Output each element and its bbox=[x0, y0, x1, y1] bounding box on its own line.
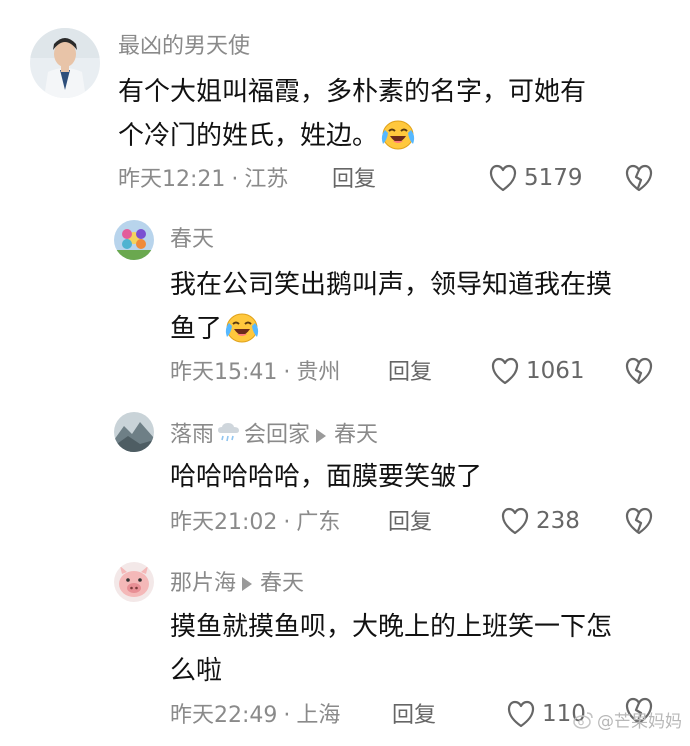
broken-heart-icon bbox=[625, 164, 653, 192]
heart-icon bbox=[489, 164, 517, 192]
comment-meta: 昨天21:02 · 广东 bbox=[170, 509, 340, 537]
username[interactable]: 最凶的男天使 bbox=[118, 34, 250, 60]
broken-heart-icon bbox=[625, 357, 653, 385]
comment-text-fragment: 个冷门的姓氏，姓边。 bbox=[118, 121, 379, 151]
dislike-button[interactable] bbox=[624, 164, 654, 196]
avatar[interactable] bbox=[114, 412, 154, 452]
heart-icon bbox=[507, 700, 535, 728]
username[interactable]: 春天 bbox=[170, 227, 214, 253]
laughing-crying-emoji bbox=[380, 118, 416, 164]
broken-heart-icon bbox=[625, 507, 653, 535]
separator: · bbox=[231, 167, 239, 192]
heart-icon bbox=[491, 357, 519, 385]
reply-button[interactable]: 回复 bbox=[392, 702, 436, 730]
comment-text-line: 摸鱼就摸鱼呗，大晚上的上班笑一下怎 bbox=[170, 612, 613, 642]
comment-text-fragment: 鱼了 bbox=[170, 314, 223, 344]
like-button[interactable]: 5179 bbox=[488, 164, 583, 192]
like-button[interactable]: 1061 bbox=[490, 357, 585, 385]
like-count: 1061 bbox=[526, 358, 585, 384]
username[interactable]: 那片海 春天 bbox=[170, 571, 304, 597]
laughing-crying-emoji bbox=[224, 311, 260, 357]
comment-meta: 昨天22:49 · 上海 bbox=[170, 702, 340, 730]
weibo-logo-icon bbox=[573, 711, 593, 729]
cloud-rain-emoji bbox=[216, 421, 242, 450]
reply-button[interactable]: 回复 bbox=[332, 166, 376, 194]
username-fragment: 落雨 bbox=[170, 422, 215, 448]
comment-text: 有个大姐叫福霞，多朴素的名字，可她有 个冷门的姓氏，姓边。 bbox=[118, 70, 586, 164]
username[interactable]: 落雨 会回家 春天 bbox=[170, 421, 378, 450]
avatar[interactable] bbox=[30, 28, 100, 98]
comment-text-line: 有个大姐叫福霞，多朴素的名字，可她有 bbox=[118, 77, 587, 107]
username-fragment: 那片海 bbox=[170, 571, 237, 596]
watermark: @芒果妈妈 bbox=[573, 707, 682, 732]
reply-to-username[interactable]: 春天 bbox=[260, 571, 304, 596]
comment-text-line: 我在公司笑出鹅叫声，领导知道我在摸 bbox=[170, 270, 613, 300]
comment-meta: 昨天12:21 · 江苏 bbox=[118, 166, 288, 194]
timestamp: 昨天15:41 bbox=[170, 360, 278, 385]
reply-button[interactable]: 回复 bbox=[388, 359, 432, 387]
avatar[interactable] bbox=[114, 220, 154, 260]
comment-text-line: 鱼了 bbox=[170, 307, 612, 357]
comment-text-line: 个冷门的姓氏，姓边。 bbox=[118, 114, 586, 164]
separator: · bbox=[283, 510, 291, 535]
like-button[interactable]: 238 bbox=[500, 507, 580, 535]
reply-button[interactable]: 回复 bbox=[388, 509, 432, 537]
watermark-text: @芒果妈妈 bbox=[597, 712, 682, 732]
username-fragment: 会回家 bbox=[244, 422, 311, 448]
timestamp: 昨天22:49 bbox=[170, 703, 278, 728]
avatar[interactable] bbox=[114, 562, 154, 602]
comment-text: 我在公司笑出鹅叫声，领导知道我在摸 鱼了 bbox=[170, 263, 612, 357]
like-count: 5179 bbox=[524, 165, 583, 191]
timestamp: 昨天12:21 bbox=[118, 167, 226, 192]
comment-text-line: 么啦 bbox=[170, 656, 223, 686]
dislike-button[interactable] bbox=[624, 357, 654, 389]
comment-thread: 最凶的男天使 有个大姐叫福霞，多朴素的名字，可她有 个冷门的姓氏，姓边。 昨天1… bbox=[0, 0, 690, 746]
comment-text: 哈哈哈哈哈，面膜要笑皱了 bbox=[170, 455, 482, 499]
dislike-button[interactable] bbox=[624, 507, 654, 539]
comment-meta: 昨天15:41 · 贵州 bbox=[170, 359, 340, 387]
reply-arrow-icon bbox=[242, 577, 253, 591]
separator: · bbox=[283, 703, 291, 728]
reply-arrow-icon bbox=[316, 428, 327, 443]
location: 贵州 bbox=[296, 360, 341, 385]
location: 广东 bbox=[296, 510, 341, 535]
separator: · bbox=[283, 360, 291, 385]
comment-text-line: 哈哈哈哈哈，面膜要笑皱了 bbox=[170, 462, 483, 492]
location: 江苏 bbox=[244, 167, 289, 192]
reply-to-username[interactable]: 春天 bbox=[334, 423, 378, 448]
location: 上海 bbox=[296, 703, 341, 728]
like-count: 238 bbox=[536, 508, 580, 534]
timestamp: 昨天21:02 bbox=[170, 510, 278, 535]
heart-icon bbox=[501, 507, 529, 535]
comment-text: 摸鱼就摸鱼呗，大晚上的上班笑一下怎 么啦 bbox=[170, 605, 612, 693]
